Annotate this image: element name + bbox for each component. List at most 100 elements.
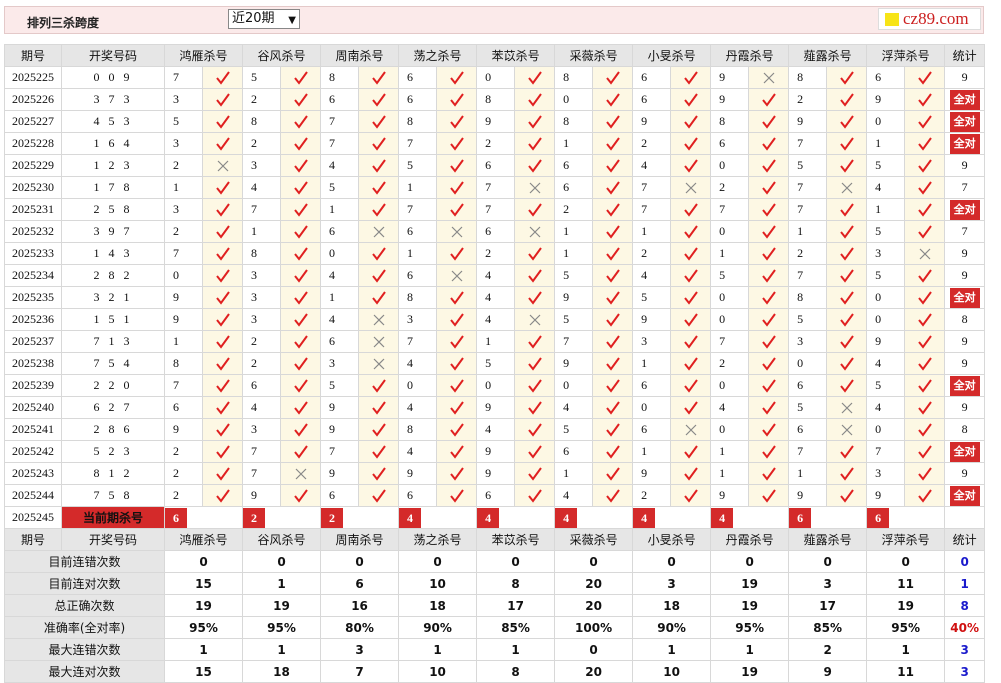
draw-number-cell: 7 5 8: [61, 484, 165, 507]
summary-value: 95%: [242, 616, 322, 639]
result-cell: [826, 484, 868, 507]
check-mark-icon: [917, 268, 932, 283]
current-kill-badge: 6: [867, 507, 890, 528]
check-mark-icon: [449, 488, 464, 503]
current-kill-cell: 4: [398, 506, 478, 529]
check-mark-icon: [293, 246, 308, 261]
summary-row: 总正确次数 19 19 16 18 17 20 18 19 17 19 8: [4, 594, 986, 617]
check-mark-icon: [371, 378, 386, 393]
kill-number-cell: 1: [866, 198, 906, 221]
check-mark-icon: [761, 158, 776, 173]
kill-number-cell: 0: [476, 66, 516, 89]
chevron-down-icon: ▼: [288, 15, 296, 26]
kill-number-cell: 4: [398, 352, 438, 375]
kill-number-cell: 8: [164, 352, 203, 375]
kill-number-cell: 0: [554, 88, 594, 111]
check-mark-icon: [917, 114, 932, 129]
summary-value: 0: [788, 550, 868, 573]
result-cell: [670, 220, 712, 243]
current-kill-badge: 2: [321, 507, 344, 528]
check-mark-icon: [605, 444, 620, 459]
result-cell: [514, 330, 556, 353]
check-mark-icon: [449, 202, 464, 217]
header-draw: 开奖号码: [61, 528, 165, 551]
result-cell: [904, 242, 946, 265]
kill-number-cell: 9: [554, 352, 594, 375]
summary-value: 1: [242, 638, 322, 661]
kill-number-cell: 4: [710, 396, 750, 419]
kill-number-cell: 0: [320, 242, 360, 265]
kill-number-cell: 7: [710, 198, 750, 221]
result-cell: [592, 66, 634, 89]
summary-value: 8: [476, 660, 556, 683]
kill-number-cell: 1: [632, 440, 672, 463]
check-mark-icon: [527, 444, 542, 459]
brand-logo[interactable]: cz89.com: [878, 8, 981, 30]
draw-number-cell: 7 5 4: [61, 352, 165, 375]
result-cell: [514, 484, 556, 507]
check-mark-icon: [527, 334, 542, 349]
issue-cell: 2025235: [4, 286, 62, 309]
kill-number-cell: 1: [788, 462, 828, 485]
check-mark-icon: [917, 180, 932, 195]
result-cell: [436, 176, 478, 199]
kill-number-cell: 6: [320, 484, 360, 507]
check-mark-icon: [371, 202, 386, 217]
kill-number-cell: 2: [242, 88, 282, 111]
kill-number-cell: 7: [242, 440, 282, 463]
result-cell: [201, 242, 244, 265]
table-row: 2025237 7 1 312671737399: [4, 330, 986, 353]
kill-number-cell: 6: [398, 88, 438, 111]
header-expert: 采薇杀号: [554, 528, 634, 551]
summary-value: 1: [163, 638, 244, 661]
check-mark-icon: [293, 422, 308, 437]
period-select[interactable]: 近20期 ▼: [228, 9, 300, 29]
result-cell: [436, 396, 478, 419]
result-cell: [358, 154, 400, 177]
kill-number-cell: 1: [632, 352, 672, 375]
result-cell: [514, 220, 556, 243]
cross-mark-icon: [295, 468, 306, 479]
check-mark-icon: [215, 378, 230, 393]
check-mark-icon: [605, 70, 620, 85]
result-cell: [280, 176, 322, 199]
kill-number-cell: 1: [710, 462, 750, 485]
summary-label: 目前连对次数: [4, 572, 165, 595]
check-mark-icon: [917, 356, 932, 371]
result-cell: [358, 396, 400, 419]
result-cell: [201, 264, 244, 287]
stat-cell: 全对: [944, 440, 986, 463]
cross-mark-icon: [451, 270, 462, 281]
check-mark-icon: [449, 312, 464, 327]
stat-cell: 8: [944, 418, 986, 441]
kill-number-cell: 4: [320, 308, 360, 331]
check-mark-icon: [605, 312, 620, 327]
result-cell: [670, 242, 712, 265]
result-cell: [280, 154, 322, 177]
table-row: 2025232 3 9 72 1 6 6 6 1 1 0 1 5 7: [4, 220, 986, 243]
check-mark-icon: [683, 268, 698, 283]
result-cell: [358, 132, 400, 155]
kill-number-cell: 7: [632, 176, 672, 199]
kill-number-cell: 6: [632, 374, 672, 397]
result-cell: [201, 352, 244, 375]
header-stat: 统计: [944, 528, 986, 551]
check-mark-icon: [761, 268, 776, 283]
summary-value: 18: [398, 594, 478, 617]
stat-cell: 7: [944, 176, 986, 199]
kill-number-cell: 2: [164, 154, 203, 177]
result-cell: [280, 330, 322, 353]
check-mark-icon: [761, 114, 776, 129]
kill-number-cell: 7: [164, 66, 203, 89]
table-row: 2025236 1 5 193434590508: [4, 308, 986, 331]
summary-stat: 3: [944, 660, 986, 683]
summary-stat: 3: [944, 638, 986, 661]
check-mark-icon: [527, 378, 542, 393]
check-mark-icon: [761, 92, 776, 107]
result-cell: [904, 396, 946, 419]
cross-mark-icon: [841, 424, 853, 435]
kill-number-cell: 3: [242, 286, 282, 309]
check-mark-icon: [449, 422, 464, 437]
check-mark-icon: [527, 136, 542, 151]
result-cell: [280, 462, 322, 485]
